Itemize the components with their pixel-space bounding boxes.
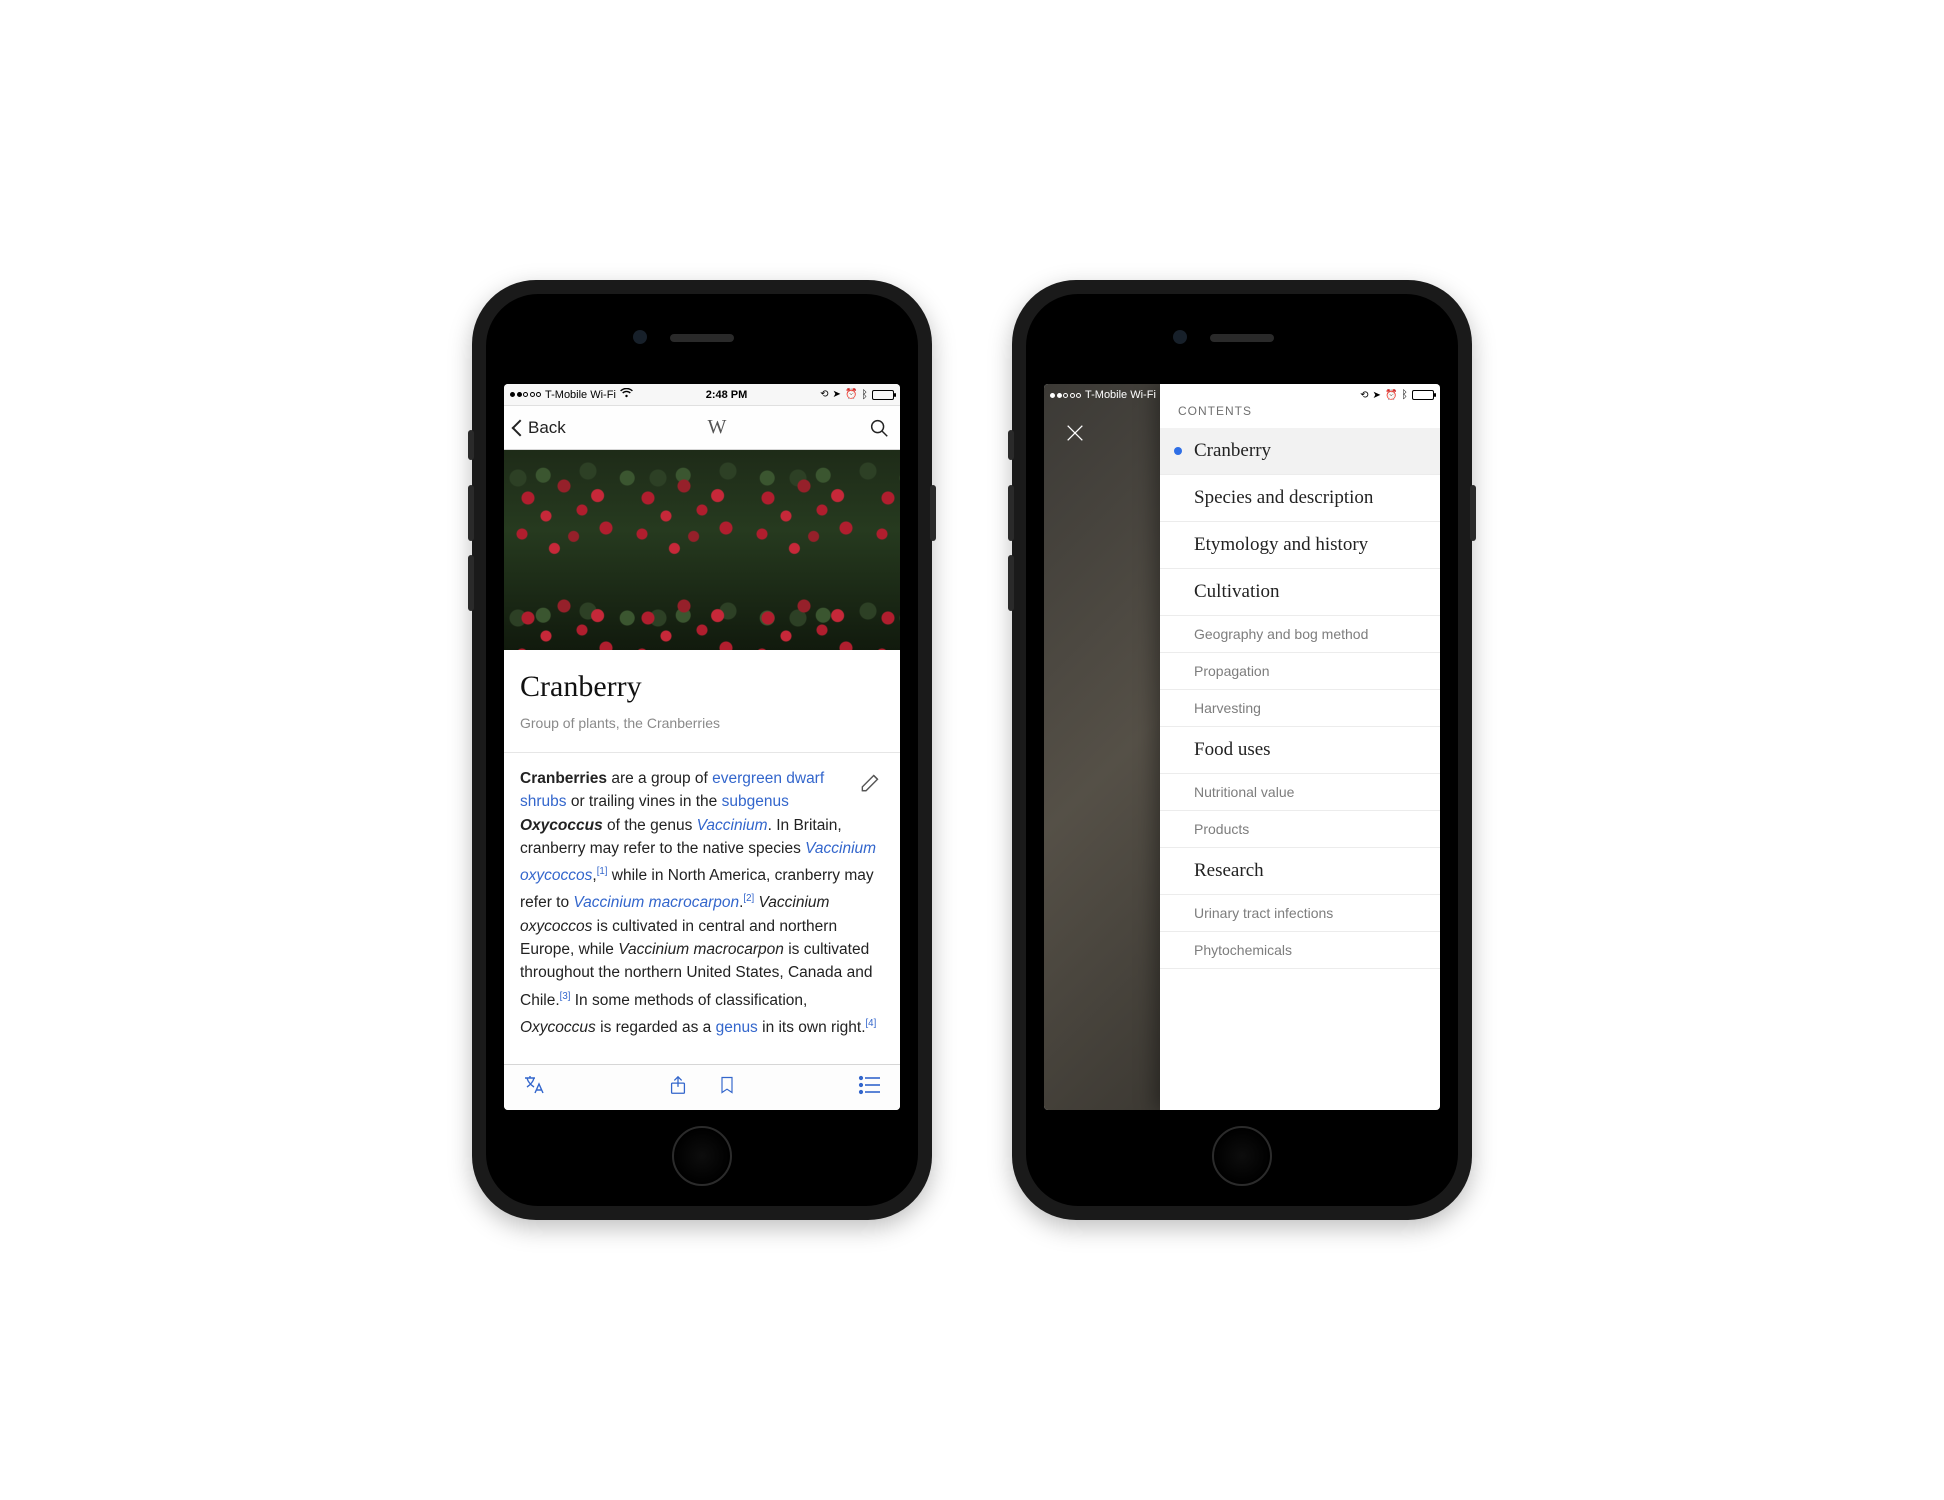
navbar: Back W (504, 406, 900, 450)
home-button[interactable] (1212, 1126, 1272, 1186)
toc-item-label: Urinary tract infections (1194, 905, 1333, 921)
article-scroll[interactable]: Cranberry Group of plants, the Cranberri… (504, 450, 900, 1064)
toc-item[interactable]: Products (1160, 811, 1440, 848)
article-subtitle: Group of plants, the Cranberries (520, 713, 884, 734)
carrier-label: T-Mobile Wi-Fi (1085, 389, 1156, 401)
link-subgenus[interactable]: subgenus (722, 793, 789, 810)
article-lead-paragraph: Cranberries are a group of evergreen dwa… (520, 767, 884, 1039)
toc-item-label: Species and description (1194, 487, 1373, 508)
share-button[interactable] (667, 1073, 689, 1102)
toc-item[interactable]: Cranberry (1160, 428, 1440, 475)
ref-2[interactable]: [2] (743, 893, 754, 904)
toc-item-label: Propagation (1194, 663, 1270, 679)
alarm-icon: ⏰ (845, 389, 857, 400)
status-bar: T-Mobile Wi-Fi 2:48 PM ⟲ ➤ ⏰ ᛒ (504, 384, 900, 406)
screen-article: T-Mobile Wi-Fi 2:48 PM ⟲ ➤ ⏰ ᛒ (504, 384, 900, 1110)
toc-item[interactable]: Phytochemicals (1160, 932, 1440, 969)
carrier-label: T-Mobile Wi-Fi (545, 389, 616, 401)
toc-item[interactable]: Cultivation (1160, 569, 1440, 616)
location-icon: ➤ (833, 389, 841, 400)
wikipedia-logo[interactable]: W (707, 416, 726, 439)
status-time: 2:49 PM (1246, 389, 1288, 401)
battery-icon (872, 390, 894, 400)
bottom-toolbar (504, 1064, 900, 1110)
phone-frame-left: T-Mobile Wi-Fi 2:48 PM ⟲ ➤ ⏰ ᛒ (472, 280, 932, 1220)
toc-item[interactable]: Urinary tract infections (1160, 895, 1440, 932)
divider (504, 752, 900, 753)
alarm-icon: ⏰ (1385, 390, 1397, 401)
toc-item-label: Phytochemicals (1194, 942, 1292, 958)
article-hero-image[interactable] (504, 450, 900, 650)
toc-item[interactable]: Harvesting (1160, 690, 1440, 727)
contents-panel: CONTENTS CranberrySpecies and descriptio… (1160, 384, 1440, 1110)
wifi-icon (620, 388, 633, 401)
toc-item-label: Cranberry (1194, 440, 1271, 461)
link-vaccinium-macrocarpon[interactable]: Vaccinium macrocarpon (573, 895, 739, 912)
toc-item[interactable]: Research (1160, 848, 1440, 895)
screen-contents: T-Mobile Wi-Fi 2:49 PM ⟲ ➤ ⏰ ᛒ (1044, 384, 1440, 1110)
bookmark-button[interactable] (717, 1073, 737, 1102)
toc-item-label: Food uses (1194, 739, 1271, 760)
toc-item[interactable]: Geography and bog method (1160, 616, 1440, 653)
toc-item[interactable]: Food uses (1160, 727, 1440, 774)
toc-item-label: Cultivation (1194, 581, 1280, 602)
orientation-lock-icon: ⟲ (820, 389, 828, 400)
orientation-lock-icon: ⟲ (1360, 390, 1368, 401)
toc-item-label: Geography and bog method (1194, 626, 1368, 642)
toc-item-label: Nutritional value (1194, 784, 1294, 800)
toc-item-label: Etymology and history (1194, 534, 1368, 555)
phone-frame-right: T-Mobile Wi-Fi 2:49 PM ⟲ ➤ ⏰ ᛒ (1012, 280, 1472, 1220)
ref-4[interactable]: [4] (866, 1018, 877, 1029)
battery-icon (1412, 390, 1434, 400)
link-vaccinium[interactable]: Vaccinium (697, 817, 768, 834)
bluetooth-icon: ᛒ (861, 389, 868, 401)
close-button[interactable] (1064, 422, 1086, 449)
ref-3[interactable]: [3] (560, 991, 571, 1002)
languages-button[interactable] (522, 1073, 546, 1102)
contents-button[interactable] (858, 1075, 882, 1100)
edit-button[interactable] (858, 769, 884, 802)
link-evergreen[interactable]: evergreen (712, 770, 782, 787)
contents-list[interactable]: Cranberry Species and description Etymolog… (1160, 428, 1440, 1110)
location-icon: ➤ (1373, 390, 1381, 401)
signal-dots-icon (510, 392, 541, 397)
bluetooth-icon: ᛒ (1401, 389, 1408, 401)
home-button[interactable] (672, 1126, 732, 1186)
signal-dots-icon (1050, 393, 1081, 398)
link-genus[interactable]: genus (716, 1019, 758, 1036)
chevron-left-icon (512, 419, 529, 436)
toc-item-label: Products (1194, 821, 1249, 837)
toc-item[interactable]: Etymology and history (1160, 522, 1440, 569)
toc-item[interactable]: Nutritional value (1160, 774, 1440, 811)
ref-1[interactable]: [1] (597, 866, 608, 877)
back-button[interactable]: Back (514, 418, 566, 438)
search-button[interactable] (868, 417, 890, 439)
toc-item-label: Harvesting (1194, 700, 1261, 716)
status-time: 2:48 PM (706, 389, 748, 401)
status-bar: T-Mobile Wi-Fi 2:49 PM ⟲ ➤ ⏰ ᛒ (1044, 384, 1440, 406)
toc-item[interactable]: Propagation (1160, 653, 1440, 690)
toc-item-label: Research (1194, 860, 1264, 881)
back-label: Back (528, 418, 566, 438)
toc-item[interactable]: Species and description (1160, 475, 1440, 522)
wifi-icon (1160, 389, 1173, 402)
article-title: Cranberry (520, 664, 884, 709)
